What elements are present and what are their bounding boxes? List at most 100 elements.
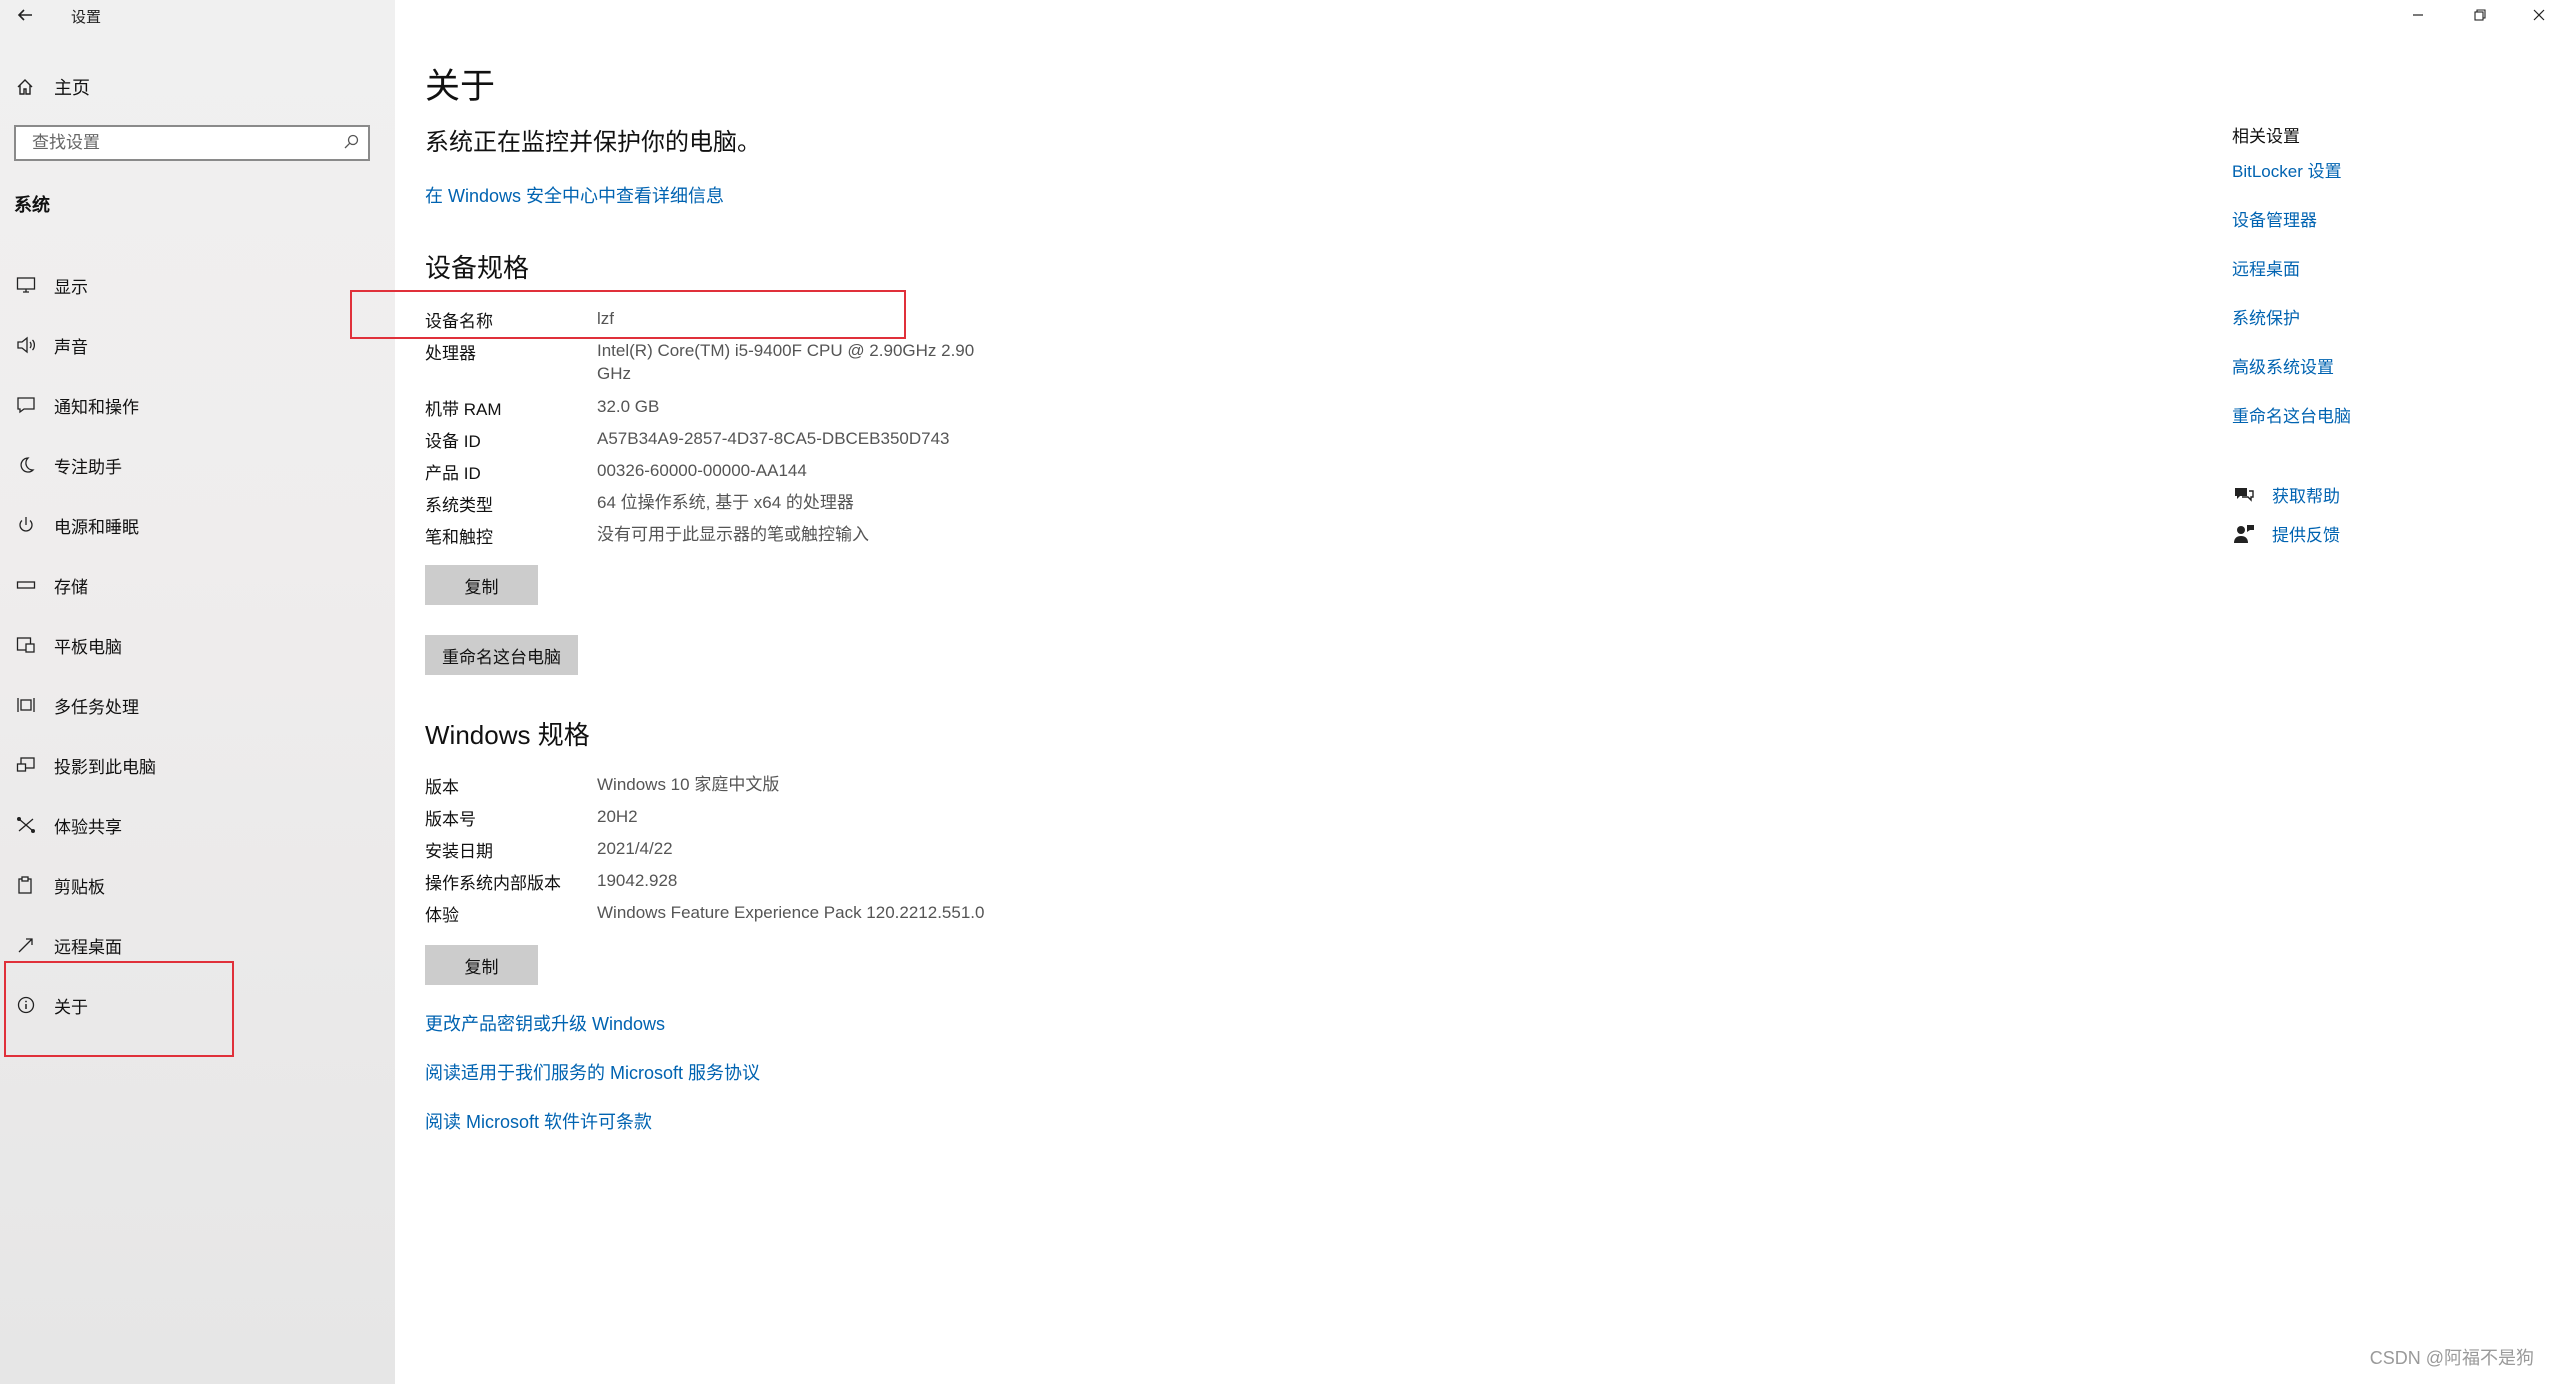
remote-desktop-link[interactable]: 远程桌面: [2232, 255, 2300, 280]
give-feedback-label: 提供反馈: [2272, 526, 2340, 545]
sidebar-item-focus-assist[interactable]: 专注助手: [0, 435, 395, 495]
section-title: 系统: [14, 195, 50, 215]
sidebar-item-label: 声音: [54, 337, 88, 357]
annotation-highlight-box: [4, 961, 234, 1057]
watermark: CSDN @阿福不是狗: [2369, 1348, 2534, 1368]
tablet-icon: [14, 633, 38, 657]
sidebar-item-label: 电源和睡眠: [54, 517, 139, 537]
clipboard-icon: [14, 873, 38, 897]
spec-value: 32.0 GB: [597, 397, 660, 416]
sidebar-item-storage[interactable]: 存储: [0, 555, 395, 615]
sidebar-item-label: 投影到此电脑: [54, 757, 156, 777]
feedback-icon: [2232, 522, 2256, 546]
sidebar-item-display[interactable]: 显示: [0, 255, 395, 315]
spec-value: 没有可用于此显示器的笔或触控输入: [597, 525, 869, 544]
restore-button[interactable]: [2455, 0, 2505, 30]
advanced-system-settings-link[interactable]: 高级系统设置: [2232, 353, 2334, 378]
sidebar-item-sound[interactable]: 声音: [0, 315, 395, 375]
search-input[interactable]: [30, 127, 344, 159]
spec-value: Windows 10 家庭中文版: [597, 775, 780, 794]
spec-row: 版本号 20H2: [425, 805, 1002, 830]
sidebar-item-multitasking[interactable]: 多任务处理: [0, 675, 395, 735]
sidebar-item-home[interactable]: 主页: [14, 72, 90, 102]
sidebar-item-label: 专注助手: [54, 457, 122, 477]
spec-key: 版本号: [425, 810, 476, 829]
main-content: 关于 系统正在监控并保护你的电脑。 在 Windows 安全中心中查看详细信息 …: [350, 0, 2185, 1384]
device-manager-link[interactable]: 设备管理器: [2232, 206, 2317, 231]
minimize-button[interactable]: [2393, 0, 2443, 30]
close-icon: [2533, 9, 2545, 21]
sidebar-nav: 显示 声音 通知和操作 专注助手 电源和睡眠 存储 平板电脑 多任务处理 投影到…: [0, 255, 395, 1035]
sidebar-item-label: 远程桌面: [54, 937, 122, 957]
spec-value: 19042.928: [597, 871, 678, 890]
rename-pc-link[interactable]: 重命名这台电脑: [2232, 402, 2351, 427]
spec-row: 机带 RAM 32.0 GB: [425, 395, 1002, 420]
spec-value: Intel(R) Core(TM) i5-9400F CPU @ 2.90GHz…: [597, 341, 975, 383]
copy-windows-specs-button[interactable]: 复制: [425, 945, 538, 985]
power-icon: [14, 513, 38, 537]
spec-key: 设备 ID: [425, 432, 481, 451]
spec-key: 安装日期: [425, 842, 493, 861]
spec-key: 机带 RAM: [425, 400, 502, 419]
moon-icon: [14, 453, 38, 477]
sidebar-item-project[interactable]: 投影到此电脑: [0, 735, 395, 795]
sidebar-item-label: 通知和操作: [54, 397, 139, 417]
sidebar-item-label: 体验共享: [54, 817, 122, 837]
remote-icon: [14, 933, 38, 957]
spec-key: 操作系统内部版本: [425, 874, 561, 893]
spec-value: Windows Feature Experience Pack 120.2212…: [597, 903, 985, 922]
project-icon: [14, 753, 38, 777]
spec-row: 设备名称 lzf: [425, 307, 1002, 332]
spec-value: 00326-60000-00000-AA144: [597, 461, 807, 480]
sidebar-item-notifications[interactable]: 通知和操作: [0, 375, 395, 435]
minimize-icon: [2413, 14, 2423, 16]
security-center-link[interactable]: 在 Windows 安全中心中查看详细信息: [425, 182, 724, 208]
spec-value: 64 位操作系统, 基于 x64 的处理器: [597, 493, 854, 512]
spec-key: 版本: [425, 778, 459, 797]
search-box[interactable]: [14, 125, 370, 161]
help-chat-icon: [2232, 483, 2256, 507]
license-terms-link[interactable]: 阅读 Microsoft 软件许可条款: [425, 1108, 652, 1134]
get-help-link[interactable]: 获取帮助: [2232, 482, 2340, 507]
service-agreement-link[interactable]: 阅读适用于我们服务的 Microsoft 服务协议: [425, 1059, 760, 1085]
sidebar-item-label: 主页: [54, 78, 90, 98]
speaker-icon: [14, 333, 38, 357]
spec-value: 20H2: [597, 807, 638, 826]
bitlocker-link[interactable]: BitLocker 设置: [2232, 157, 2342, 182]
title-bar: 设置: [0, 0, 395, 30]
storage-icon: [14, 573, 38, 597]
sidebar-item-tablet[interactable]: 平板电脑: [0, 615, 395, 675]
home-icon: [14, 76, 36, 98]
related-settings: 相关设置 BitLocker 设置 设备管理器 远程桌面 系统保护 高级系统设置…: [2232, 0, 2532, 1384]
multitask-icon: [14, 693, 38, 717]
sidebar-item-clipboard[interactable]: 剪贴板: [0, 855, 395, 915]
sidebar-item-label: 存储: [54, 577, 88, 597]
window-title: 设置: [71, 9, 102, 26]
spec-key: 产品 ID: [425, 464, 481, 483]
spec-row: 产品 ID 00326-60000-00000-AA144: [425, 459, 1002, 484]
share-icon: [14, 813, 38, 837]
sidebar-item-shared-experiences[interactable]: 体验共享: [0, 795, 395, 855]
rename-pc-button[interactable]: 重命名这台电脑: [425, 635, 578, 675]
give-feedback-link[interactable]: 提供反馈: [2232, 521, 2340, 546]
spec-value: A57B34A9-2857-4D37-8CA5-DBCEB350D743: [597, 429, 950, 448]
spec-key: 体验: [425, 906, 459, 925]
spec-key: 系统类型: [425, 496, 493, 515]
copy-device-specs-button[interactable]: 复制: [425, 565, 538, 605]
spec-row: 安装日期 2021/4/22: [425, 837, 1002, 862]
spec-row: 设备 ID A57B34A9-2857-4D37-8CA5-DBCEB350D7…: [425, 427, 1002, 452]
spec-key: 笔和触控: [425, 528, 493, 547]
spec-value: 2021/4/22: [597, 839, 673, 858]
spec-row: 版本 Windows 10 家庭中文版: [425, 773, 1002, 798]
sidebar-item-power[interactable]: 电源和睡眠: [0, 495, 395, 555]
related-settings-title: 相关设置: [2232, 127, 2300, 146]
spec-value: lzf: [597, 309, 614, 328]
change-product-key-link[interactable]: 更改产品密钥或升级 Windows: [425, 1010, 665, 1036]
back-button[interactable]: [10, 2, 40, 28]
get-help-label: 获取帮助: [2272, 487, 2340, 506]
spec-row: 处理器 Intel(R) Core(TM) i5-9400F CPU @ 2.9…: [425, 339, 1002, 385]
close-button[interactable]: [2514, 0, 2554, 30]
spec-key: 处理器: [425, 344, 476, 363]
notification-icon: [14, 393, 38, 417]
system-protection-link[interactable]: 系统保护: [2232, 304, 2300, 329]
